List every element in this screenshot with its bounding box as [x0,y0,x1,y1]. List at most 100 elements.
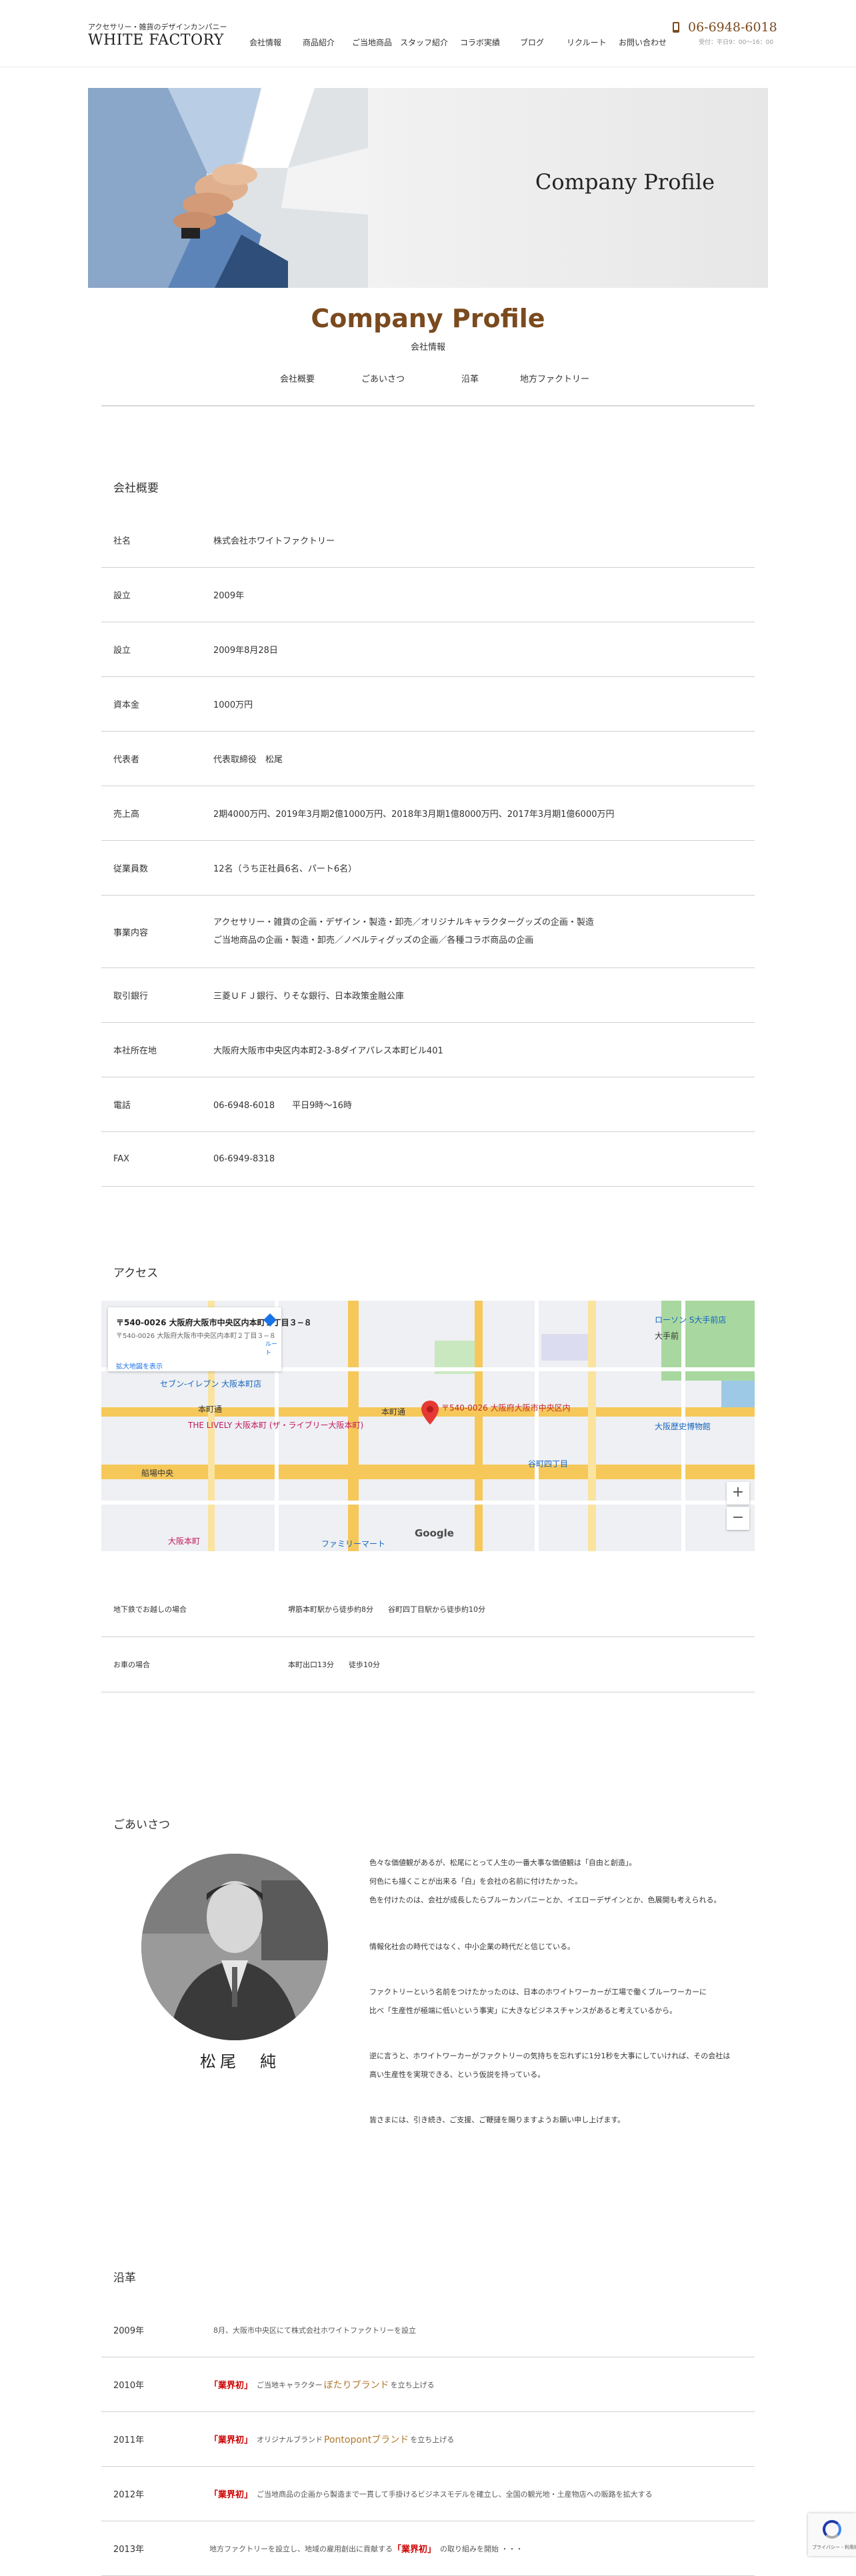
subnav-history[interactable]: 沿革 [461,372,479,384]
history-prefix: 「業界初」 [209,2435,253,2445]
history-text: 「業界初」 ご当地キャラクター ぼたりブランド を立ち上げる [209,2357,435,2411]
hero-title: Company Profile [535,169,715,195]
row-label: 従業員数 [113,864,149,874]
zoom-out-button[interactable]: − [727,1507,749,1530]
history-text: 「業界初」 ご当地商品の企画から製造まで一貫して手掛けるビジネスモデルを確立し、全… [209,2467,655,2521]
greeting-line: 高い生産性を実現できる、という仮説を持っている。 [369,2070,545,2079]
phone-number[interactable]: 06-6948-6018 [688,20,777,35]
row-value: 2期4000万円、2019年3月期2億1000万円、2018年3月期1億8000… [213,810,615,820]
row-label: 地下鉄でお越しの場合 [113,1605,187,1614]
row-value: 1000万円 [213,700,253,710]
history-brand: 「業界初」 [393,2545,437,2555]
ceo-photo [141,1854,328,2040]
map-label: 本町通 [381,1407,406,1417]
table-row: 取引銀行 三菱ＵＦＪ銀行、りそな銀行、日本政策金融公庫 [101,968,755,1023]
row-label: FAX [113,1154,130,1164]
history-body: ご当地キャラクター [257,2380,323,2389]
subnav-local-factory[interactable]: 地方ファクトリー [520,372,589,384]
map-label: 大手前 [655,1331,679,1341]
row-label: 電話 [113,1101,131,1111]
map-card-address: 〒540-0026 大阪府大阪市中央区内本町２丁目３−８ [116,1333,276,1340]
greeting-paragraph: ファクトリーという名前をつけたかったのは、日本のホワイトワーカーが工場で働くブル… [369,1983,707,2020]
table-row: お車の場合 本町出口13分 徒歩10分 [101,1637,755,1692]
table-row: 地下鉄でお越しの場合 堺筋本町駅から徒歩約8分 谷町四丁目駅から徒歩約10分 [101,1582,755,1637]
recaptcha-badge[interactable]: プライバシー - 利用規約 [808,2513,856,2556]
page-subtitle: 会社情報 [410,342,445,352]
table-row: 本社所在地 大阪府大阪市中央区内本町2-3-8ダイアパレス本町ビル401 [101,1023,755,1077]
table-row: 売上高 2期4000万円、2019年3月期2億1000万円、2018年3月期1億8… [101,786,755,841]
row-value: 12名（うち正社員6名、パート6名） [213,864,357,874]
table-row: 2009年 8月、大阪市中央区にて株式会社ホワイトファクトリーを設立 [101,2303,755,2357]
greeting-line: 逆に言うと、ホワイトワーカーがファクトリーの気持ちを忘れずに1分1秒を大事にして… [369,2052,731,2060]
table-row: 代表者 代表取締役 松尾 [101,732,755,786]
recaptcha-label[interactable]: プライバシー - 利用規約 [812,2544,856,2551]
hero-banner: Company Profile [88,88,768,288]
page-title: Company Profile [311,304,545,333]
site-logo[interactable]: WHITE FACTORY [88,32,224,49]
directions-label[interactable]: ルート [265,1339,281,1357]
map-label: 本町通 [198,1405,223,1414]
table-row: 事業内容 アクセサリー・雑貨の企画・デザイン・製造・卸売／オリジナルキャラクターグ… [101,896,755,968]
site-header: アクセサリー・雑貨のデザインカンパニー WHITE FACTORY 会社情報 商… [0,0,856,67]
history-brand: Pontopontブランド [324,2434,409,2445]
greeting-line: 比べ「生産性が極端に低いという事実」に大きなビジネスチャンスがあると考えているか… [369,2006,677,2015]
phone-icon [673,22,679,33]
row-value: 2009年8月28日 [213,646,278,656]
history-brand: ぼたりブランド [323,2379,389,2391]
history-body: オリジナルブランド [257,2435,323,2444]
greeting-paragraph: 皆さまには、引き続き、ご支援、ご鞭撻を賜りますようお願い申し上げます。 [369,2111,625,2130]
history-suffix: を立ち上げる [390,2380,435,2389]
greeting-heading: ごあいさつ [113,1818,170,1832]
greeting-line: 情報化社会の時代ではなく、中小企業の時代だと信じている。 [369,1942,575,1951]
recaptcha-icon [823,2520,841,2539]
map-label: THE LIVELY 大阪本町 (ザ・ライブリー大阪本町) [188,1421,364,1430]
history-text: 「業界初」 オリジナルブランド Pontopontブランド を立ち上げる [209,2412,454,2466]
row-label: お車の場合 [113,1660,150,1669]
access-table: 地下鉄でお越しの場合 堺筋本町駅から徒歩約8分 谷町四丁目駅から徒歩約10分 お車… [101,1582,755,1692]
row-label: 本社所在地 [113,1046,157,1056]
nav-company[interactable]: 会社情報 [249,37,281,48]
map-card-title: 〒540-0026 大阪府大阪市中央区内本町２丁目３−８ [116,1318,312,1327]
google-map[interactable]: 〒540-0026 大阪府大阪市中央区内 本町通 本町通 船場中央 大阪本町 谷… [101,1301,755,1551]
location-marker-icon[interactable] [421,1401,439,1425]
nav-blog[interactable]: ブログ [520,37,544,48]
nav-staff[interactable]: スタッフ紹介 [400,37,448,48]
nav-local-products[interactable]: ご当地商品 [352,37,392,48]
history-year: 2011年 [113,2435,145,2445]
table-row: 電話 06-6948-6018 平日9時～16時 [101,1077,755,1132]
table-row: 社名 株式会社ホワイトファクトリー [101,513,755,568]
marker-label: 〒540-0026 大阪府大阪市中央区内 [441,1403,571,1413]
zoom-in-button[interactable]: + [727,1482,749,1505]
history-year: 2010年 [113,2381,145,2391]
nav-recruit[interactable]: リクルート [567,37,607,48]
nav-collab[interactable]: コラボ実績 [460,37,500,48]
table-row: 従業員数 12名（うち正社員6名、パート6名） [101,841,755,896]
history-table: 2009年 8月、大阪市中央区にて株式会社ホワイトファクトリーを設立 2010年… [101,2303,755,2576]
subnav-greeting[interactable]: ごあいさつ [361,372,405,384]
table-row: FAX 06-6949-8318 [101,1132,755,1187]
greeting-paragraph: 情報化社会の時代ではなく、中小企業の時代だと信じている。 [369,1938,575,1956]
history-year: 2013年 [113,2545,145,2555]
row-label: 設立 [113,646,131,656]
history-body: 地方ファクトリーを設立し、地域の雇用創出に貢献する [209,2544,393,2553]
nav-products[interactable]: 商品紹介 [303,37,335,48]
greeting-line: ファクトリーという名前をつけたかったのは、日本のホワイトワーカーが工場で働くブル… [369,1988,707,1996]
greeting-line: 皆さまには、引き続き、ご支援、ご鞭撻を賜りますようお願い申し上げます。 [369,2116,625,2124]
greeting-paragraph: 逆に言うと、ホワイトワーカーがファクトリーの気持ちを忘れずに1分1秒を大事にして… [369,2047,730,2084]
row-value: 06-6949-8318 [213,1154,275,1164]
row-label: 社名 [113,536,131,546]
row-value: 大阪府大阪市中央区内本町2-3-8ダイアパレス本町ビル401 [213,1046,443,1056]
map-label: ローソン S大手前店 [655,1315,727,1325]
row-value: 代表取締役 松尾 [213,755,283,765]
row-label: 設立 [113,591,131,601]
history-body: ご当地商品の企画から製造まで一貫して手掛けるビジネスモデルを確立し、全国の観光地… [257,2489,653,2499]
map-larger-link[interactable]: 拡大地図を表示 [116,1361,163,1371]
subnav-overview[interactable]: 会社概要 [280,372,315,384]
map-label: ファミリーマート [321,1539,386,1549]
history-body: 8月、大阪市中央区にて株式会社ホワイトファクトリーを設立 [213,2325,416,2335]
nav-contact[interactable]: お問い合わせ [619,37,667,48]
table-row: 設立 2009年8月28日 [101,622,755,677]
history-prefix: 「業界初」 [209,2381,253,2391]
logo-tagline: アクセサリー・雑貨のデザインカンパニー [88,23,227,31]
row-value-line: ご当地商品の企画・製造・卸売／ノベルティグッズの企画／各種コラボ商品の企画 [213,936,534,946]
